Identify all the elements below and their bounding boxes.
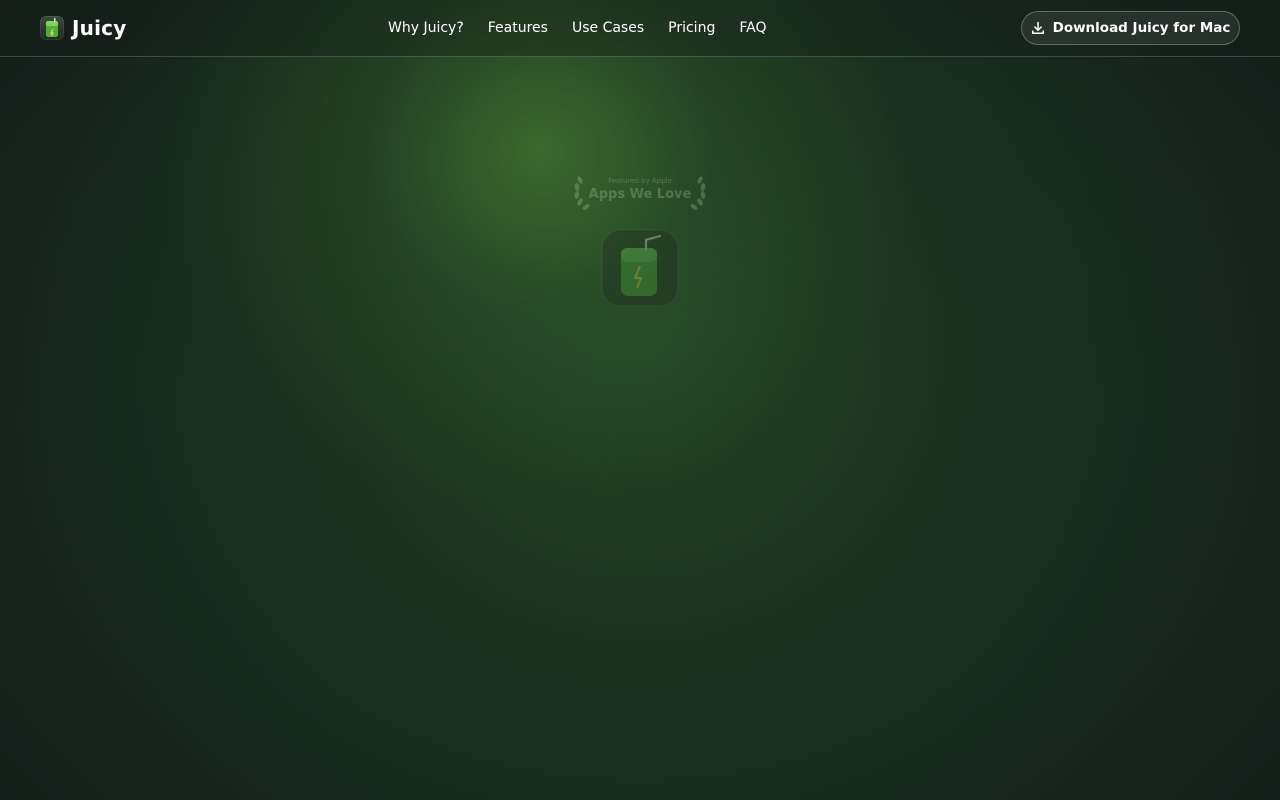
download-button-label: Download Juicy for Mac: [1052, 20, 1231, 36]
award-title: Apps We Love: [588, 187, 692, 202]
award-subtitle: Featured by Apple: [608, 177, 672, 185]
download-icon: [1031, 21, 1044, 34]
download-button[interactable]: Download Juicy for Mac: [1021, 11, 1240, 45]
nav-faq[interactable]: FAQ: [739, 18, 766, 38]
site-header: Juicy Why Juicy? Features Use Cases Pric…: [0, 0, 1280, 57]
brand-logo-link[interactable]: Juicy: [40, 16, 126, 40]
nav-use-cases[interactable]: Use Cases: [572, 18, 644, 38]
nav-features[interactable]: Features: [488, 18, 548, 38]
apps-we-love-badge: Featured by Apple Apps We Love: [570, 170, 710, 214]
juice-box-icon: [40, 16, 64, 40]
nav-pricing[interactable]: Pricing: [668, 18, 715, 38]
brand-name: Juicy: [72, 16, 127, 40]
juicy-app-icon: [601, 229, 679, 307]
main-nav: Why Juicy? Features Use Cases Pricing FA…: [388, 18, 766, 38]
nav-why-juicy[interactable]: Why Juicy?: [388, 18, 464, 38]
